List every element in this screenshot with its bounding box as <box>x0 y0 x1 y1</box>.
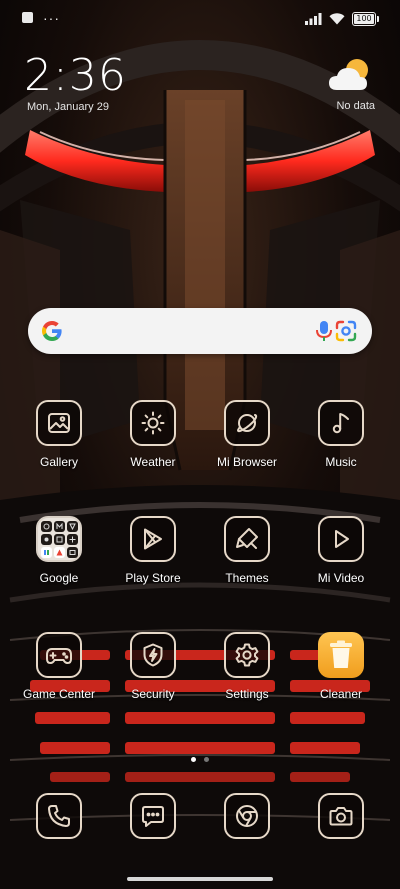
battery-indicator: 100 <box>352 12 379 26</box>
app-themes[interactable]: Themes <box>201 516 293 585</box>
app-mi-video[interactable]: Mi Video <box>295 516 387 585</box>
app-label: Weather <box>130 455 176 469</box>
play-icon <box>318 516 364 562</box>
app-label: Cleaner <box>319 687 363 701</box>
gear-icon <box>224 632 270 678</box>
planet-icon <box>224 400 270 446</box>
home-indicator[interactable] <box>127 877 273 881</box>
dock-phone[interactable] <box>13 793 105 839</box>
page-dot-active[interactable] <box>191 757 196 762</box>
gamepad-icon <box>36 632 82 678</box>
app-label: Mi Browser <box>216 455 277 469</box>
phone-icon <box>36 793 82 839</box>
app-game-center[interactable]: Game Center <box>13 632 105 701</box>
mini-app-icon <box>53 546 65 558</box>
status-bar: ··· 100 <box>0 0 400 38</box>
shield-bolt-icon <box>130 632 176 678</box>
app-play-store[interactable]: Play Store <box>107 516 199 585</box>
page-dot[interactable] <box>204 757 209 762</box>
clock-date: Mon, January 29 <box>27 101 109 113</box>
app-label: Google <box>39 571 79 585</box>
mini-app-icon <box>66 546 78 558</box>
app-label: Game Center <box>22 687 96 701</box>
app-cleaner[interactable]: Cleaner <box>295 632 387 701</box>
music-note-icon <box>318 400 364 446</box>
dock-camera[interactable] <box>295 793 387 839</box>
battery-level: 100 <box>356 14 372 23</box>
voice-search-icon[interactable] <box>314 319 334 343</box>
lens-icon[interactable] <box>334 319 358 343</box>
app-weather[interactable]: Weather <box>107 400 199 469</box>
app-label: Themes <box>225 571 269 585</box>
google-g-icon <box>42 321 62 341</box>
notification-square-icon <box>22 12 33 23</box>
google-search-bar[interactable] <box>28 308 372 354</box>
mini-app-icon <box>66 520 78 532</box>
app-label: Gallery <box>39 455 78 469</box>
trash-icon <box>318 632 364 678</box>
page-indicator[interactable] <box>0 757 400 762</box>
dock-messages[interactable] <box>107 793 199 839</box>
signal-icon <box>305 13 322 25</box>
app-mi-browser[interactable]: Mi Browser <box>201 400 293 469</box>
wifi-icon <box>329 13 345 25</box>
partly-cloudy-icon <box>329 59 368 90</box>
chrome-icon <box>224 793 270 839</box>
more-notifications-icon: ··· <box>43 9 60 26</box>
app-gallery[interactable]: Gallery <box>13 400 105 469</box>
app-folder-google[interactable]: Google <box>13 516 105 585</box>
weather-widget[interactable]: No data <box>327 56 375 112</box>
clock-time[interactable]: 2:36 <box>24 50 127 101</box>
mini-app-icon <box>40 533 52 545</box>
app-settings[interactable]: Settings <box>201 632 293 701</box>
mini-app-icon <box>53 520 65 532</box>
mini-app-icon <box>53 533 65 545</box>
dock-chrome[interactable] <box>201 793 293 839</box>
mini-app-icon <box>40 546 52 558</box>
messages-icon <box>130 793 176 839</box>
sun-icon <box>130 400 176 446</box>
app-music[interactable]: Music <box>295 400 387 469</box>
mini-app-icon <box>40 520 52 532</box>
app-label: Security <box>131 687 175 701</box>
app-security[interactable]: Security <box>107 632 199 701</box>
app-label: Music <box>325 455 357 469</box>
app-label: Settings <box>225 687 269 701</box>
play-store-icon <box>130 516 176 562</box>
camera-icon <box>318 793 364 839</box>
app-label: Mi Video <box>317 571 365 585</box>
brush-icon <box>224 516 270 562</box>
gallery-icon <box>36 400 82 446</box>
weather-status: No data <box>336 100 375 112</box>
app-label: Play Store <box>125 571 181 585</box>
mini-app-icon <box>66 533 78 545</box>
folder-icon <box>36 516 82 562</box>
